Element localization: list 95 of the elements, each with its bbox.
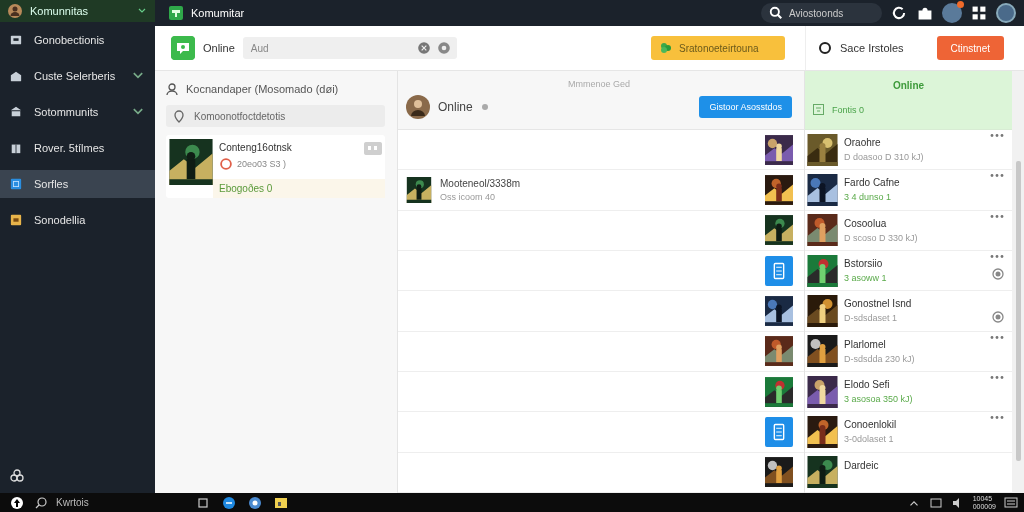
search-icon xyxy=(34,495,48,510)
game-title: Elodo Sefi xyxy=(844,378,891,390)
box-icon xyxy=(10,34,22,46)
sidebar-item[interactable]: Sotommunits xyxy=(0,94,155,130)
game-row[interactable]: Conoenlokil 3-0dolaset 1 xyxy=(805,412,1012,453)
task-view-icon[interactable] xyxy=(196,495,210,510)
card-subtitle: 20eo03 S3 ) xyxy=(237,159,287,169)
avatar-icon xyxy=(406,95,430,119)
game-status: D scoso D 330 kJ) xyxy=(844,232,919,243)
more-icon[interactable] xyxy=(990,253,1004,259)
game-status: D-sdsdda 230 kJ) xyxy=(844,353,916,364)
game-title: Plarlomel xyxy=(844,338,887,350)
game-row[interactable]: Elodo Sefi 3 asosoa 350 kJ) xyxy=(805,371,1012,413)
radio-icon[interactable] xyxy=(992,311,1004,324)
sidebar-item[interactable]: Sorfles xyxy=(0,170,155,198)
square-icon xyxy=(10,178,22,190)
clover-icon xyxy=(659,41,673,55)
browser-icon[interactable] xyxy=(248,495,262,510)
game-title: Conoenlokil xyxy=(844,419,898,431)
status-label: Online xyxy=(438,100,473,114)
search-field[interactable]: Aviostoonds xyxy=(761,3,882,23)
card-title: Conteng16otnsk xyxy=(219,142,293,155)
game-row[interactable]: Dardeic xyxy=(805,452,1012,493)
game-status: 3 asoww 1 xyxy=(844,272,888,283)
panel-heading: Kocnandaper (Mosomado (døi) xyxy=(186,83,339,95)
browser-icon[interactable] xyxy=(222,495,236,510)
game-title: Bstorsiio xyxy=(844,257,884,269)
clear-icon[interactable] xyxy=(416,41,431,55)
scrollbar-thumb[interactable] xyxy=(1015,161,1021,461)
game-row[interactable]: Cosoolua D scoso D 330 kJ) xyxy=(805,210,1012,251)
game-status: D-sdsdaset 1 xyxy=(844,313,899,324)
folder-icon[interactable] xyxy=(274,495,288,510)
chest-icon xyxy=(10,214,22,226)
contact-card[interactable]: Conteng16otnsk 20eo03 S3 ) Ebogoðes 0 xyxy=(166,135,385,198)
more-icon[interactable] xyxy=(990,374,1004,380)
app-title: Komumitar xyxy=(191,7,246,19)
network-icon[interactable] xyxy=(928,495,943,510)
sidebar-item[interactable]: Rover. 5tílmes xyxy=(0,130,155,166)
start-icon[interactable] xyxy=(10,495,24,510)
notifications-icon[interactable] xyxy=(1004,495,1018,510)
game-status: 3-0dolaset 1 xyxy=(844,434,895,445)
bank-icon xyxy=(10,106,22,118)
more-icon[interactable] xyxy=(990,334,1004,340)
status-label: Online xyxy=(203,42,235,54)
sidebar-item[interactable]: Gonobectionis xyxy=(0,22,155,58)
sidebar-title: Komunnitas xyxy=(30,5,90,17)
chat-logo-icon xyxy=(171,36,195,60)
grid-icon[interactable] xyxy=(970,4,988,22)
store-icon xyxy=(10,70,22,82)
game-title: Gonostnel Isnd xyxy=(844,298,913,310)
sidebar-item[interactable]: Custe Selerberis xyxy=(0,58,155,94)
game-status: D doasoo D 310 kJ) xyxy=(844,151,925,162)
people-icon xyxy=(166,82,180,96)
search-icon xyxy=(769,6,783,20)
primary-button[interactable]: Sratonoeteirtouna xyxy=(651,36,785,60)
game-row[interactable]: Plarlomel D-sdsdda 230 kJ) xyxy=(805,331,1012,372)
game-title: Oraohre xyxy=(844,136,882,148)
sidebar-item[interactable]: Sonodellia xyxy=(0,202,155,238)
sidebar-header[interactable]: Komunnitas xyxy=(0,0,155,22)
status-label: Sace Irstoles xyxy=(840,42,905,54)
ring-icon xyxy=(818,41,832,55)
radio-icon[interactable] xyxy=(992,267,1004,280)
gift-icon xyxy=(10,142,22,154)
location-icon xyxy=(172,109,186,123)
refresh-icon[interactable] xyxy=(890,4,908,22)
game-status: 3 asosoa 350 kJ) xyxy=(844,393,914,404)
app-tile-icon xyxy=(765,415,793,448)
row-subtitle: Oss icoom 40 xyxy=(440,191,497,202)
card-footer: Ebogoðes 0 xyxy=(213,179,385,198)
game-title: Dardeic xyxy=(844,459,880,471)
filter-icon[interactable] xyxy=(813,104,824,115)
game-title: Cosoolua xyxy=(844,217,888,229)
app-tile-icon xyxy=(765,254,793,287)
game-row[interactable]: Gonostnel Isnd D-sdsdaset 1 xyxy=(805,291,1012,332)
chat-bubble-icon xyxy=(364,142,382,155)
game-title: Fardo Cafne xyxy=(844,177,901,189)
search-field[interactable]: Komoonotfoctdetotis xyxy=(166,105,385,127)
game-row[interactable]: Fardo Cafne 3 4 dunso 1 xyxy=(805,170,1012,211)
more-icon[interactable] xyxy=(990,132,1004,138)
panel-caption: Mmmenoe Ged xyxy=(567,78,631,89)
taskbar-search[interactable]: Kwrtois xyxy=(34,495,174,510)
more-icon[interactable] xyxy=(990,415,1004,421)
game-row[interactable]: Oraohre D doasoo D 310 kJ) xyxy=(805,129,1012,171)
filter-label: Fontis 0 xyxy=(832,104,864,115)
game-row[interactable]: Bstorsiio 3 asoww 1 xyxy=(805,250,1012,292)
more-icon[interactable] xyxy=(990,173,1004,179)
profile-avatar[interactable] xyxy=(996,3,1016,23)
user-avatar[interactable] xyxy=(942,3,962,23)
panel-header: Online xyxy=(891,79,926,91)
more-icon[interactable] xyxy=(990,213,1004,219)
avatar-icon xyxy=(8,4,22,18)
game-status: 3 4 dunso 1 xyxy=(844,192,893,203)
status-ring-icon xyxy=(219,157,233,171)
logo-icon xyxy=(169,6,183,20)
row-title: Mooteneol/3338m xyxy=(440,177,522,189)
